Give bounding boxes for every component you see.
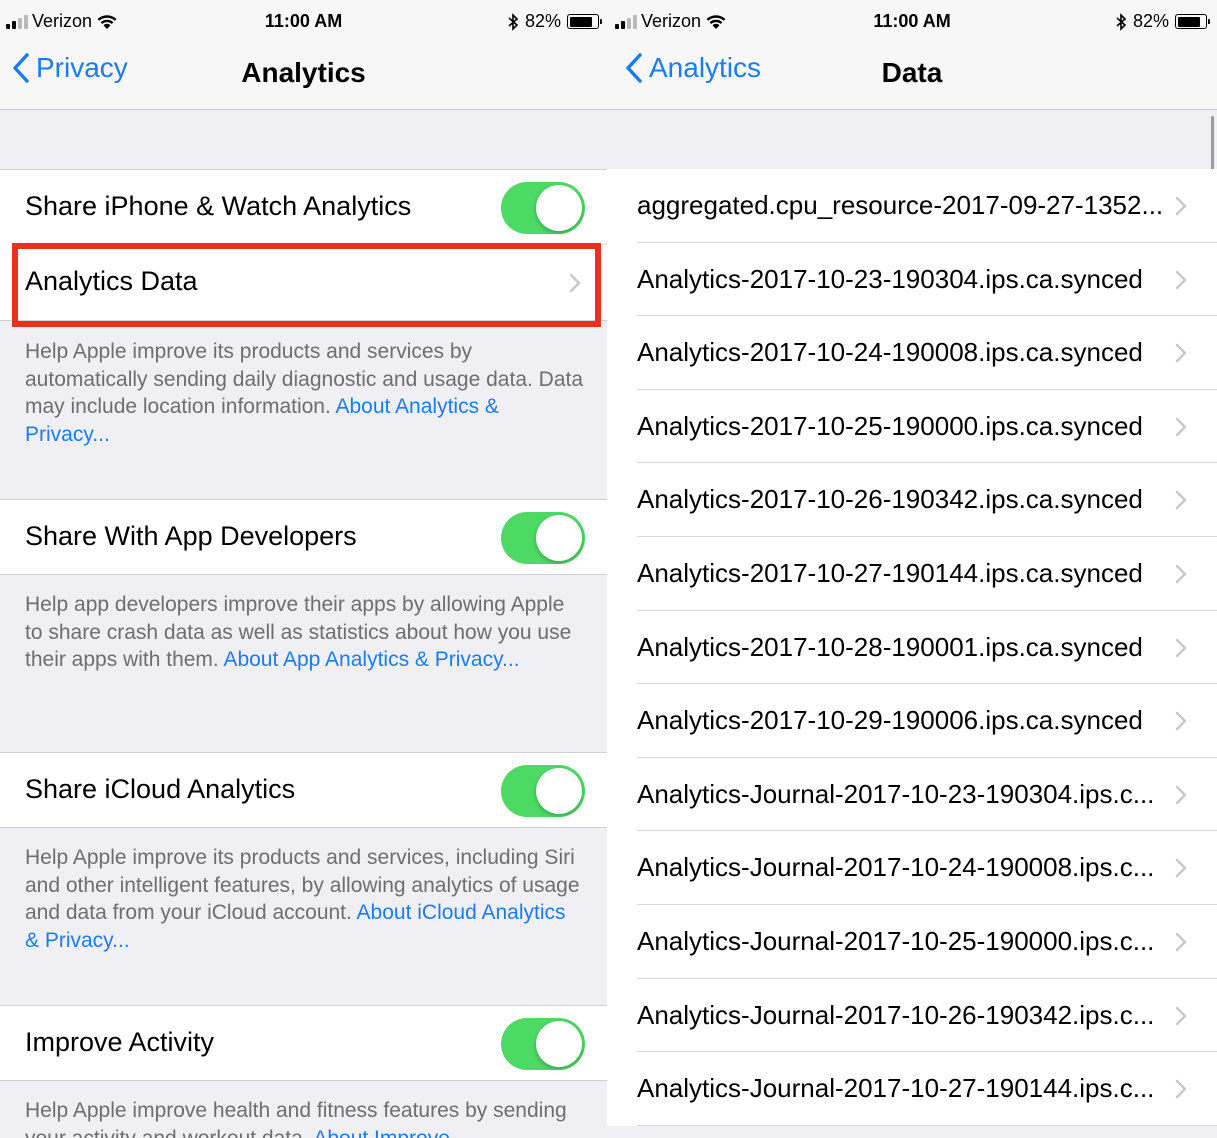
file-row[interactable]: Analytics-2017-10-26-190342.ips.ca.synce… <box>607 463 1217 537</box>
chevron-right-icon <box>1175 564 1187 584</box>
data-screen: Verizon 11:00 AM 82% Analytics Data aggr… <box>607 0 1217 1138</box>
analytics-file-list: aggregated.cpu_resource-2017-09-27-1352.… <box>607 169 1217 1126</box>
file-row[interactable]: Analytics-Journal-2017-10-27-190144.ips.… <box>607 1052 1217 1126</box>
file-row[interactable]: Analytics-2017-10-29-190006.ips.ca.synce… <box>607 684 1217 758</box>
file-name: Analytics-2017-10-26-190342.ips.ca.synce… <box>637 484 1143 515</box>
share-with-app-developers-label: Share With App Developers <box>25 521 357 551</box>
battery-icon <box>567 14 602 29</box>
navigation-bar: Analytics Data <box>607 44 1217 110</box>
file-name: Analytics-2017-10-27-190144.ips.ca.synce… <box>637 557 1143 588</box>
file-name: Analytics-Journal-2017-10-25-190000.ips.… <box>637 925 1155 956</box>
improve-activity-footer-text: Help Apple improve health and fitness fe… <box>25 1097 585 1138</box>
file-name: Analytics-2017-10-23-190304.ips.ca.synce… <box>637 263 1143 294</box>
file-name: Analytics-2017-10-28-190001.ips.ca.synce… <box>637 631 1143 662</box>
bluetooth-icon <box>508 12 519 31</box>
analytics-data-row[interactable]: Analytics Data <box>0 245 607 321</box>
chevron-right-icon <box>1175 270 1187 289</box>
file-row[interactable]: Analytics-2017-10-28-190001.ips.ca.synce… <box>607 611 1217 685</box>
battery-percent: 82% <box>1132 11 1169 31</box>
analytics-data-label: Analytics Data <box>25 266 198 296</box>
share-iphone-watch-analytics-row: Share iPhone & Watch Analytics <box>0 169 607 245</box>
battery-icon <box>1175 14 1210 29</box>
chevron-right-icon <box>1175 859 1187 878</box>
file-row[interactable]: Analytics-2017-10-27-190144.ips.ca.synce… <box>607 537 1217 611</box>
improve-activity-row: Improve Activity <box>0 1005 607 1081</box>
file-name: Analytics-2017-10-24-190008.ips.ca.synce… <box>637 337 1143 368</box>
page-title: Analytics <box>241 57 366 88</box>
about-improve-activity-link[interactable]: About Improve <box>313 1127 450 1138</box>
icloud-footer-text: Help Apple improve its products and serv… <box>25 846 580 952</box>
chevron-right-icon <box>1175 638 1187 657</box>
chevron-right-icon <box>1175 417 1187 436</box>
chevron-right-icon <box>1175 1006 1187 1025</box>
file-name: Analytics-Journal-2017-10-24-190008.ips.… <box>637 852 1155 883</box>
analytics-footer-text: Help Apple improve its products and serv… <box>25 340 584 446</box>
chevron-right-icon <box>1175 196 1187 216</box>
battery-percent: 82% <box>524 11 561 31</box>
file-row[interactable]: aggregated.cpu_resource-2017-09-27-1352.… <box>607 169 1217 243</box>
chevron-right-icon <box>1175 1079 1187 1099</box>
file-name: Analytics-2017-10-29-190006.ips.ca.synce… <box>637 705 1143 736</box>
chevron-right-icon <box>1175 711 1187 731</box>
chevron-right-icon <box>1175 491 1187 510</box>
share-icloud-analytics-label: Share iCloud Analytics <box>25 774 296 804</box>
chevron-right-icon <box>1175 932 1187 952</box>
chevron-right-icon <box>1175 785 1187 804</box>
file-row[interactable]: Analytics-Journal-2017-10-26-190342.ips.… <box>607 979 1217 1053</box>
status-bar: Verizon 11:00 AM 82% <box>607 0 1217 44</box>
app-developers-footer-text: Help app developers improve their apps b… <box>25 593 572 671</box>
share-icloud-analytics-toggle[interactable] <box>501 765 585 817</box>
file-name: Analytics-Journal-2017-10-27-190144.ips.… <box>637 1073 1155 1104</box>
bluetooth-icon <box>1116 12 1127 31</box>
page-title: Data <box>881 57 943 88</box>
share-with-app-developers-row: Share With App Developers <box>0 499 607 575</box>
chevron-right-icon <box>569 273 581 293</box>
chevron-right-icon <box>1175 343 1187 363</box>
analytics-screen: Verizon 11:00 AM 82% Privacy Analytics S… <box>0 0 607 1138</box>
file-name: Analytics-Journal-2017-10-23-190304.ips.… <box>637 778 1155 809</box>
file-row[interactable]: Analytics-2017-10-25-190000.ips.ca.synce… <box>607 390 1217 464</box>
file-name: aggregated.cpu_resource-2017-09-27-1352.… <box>637 190 1164 220</box>
file-name: Analytics-2017-10-25-190000.ips.ca.synce… <box>637 410 1143 441</box>
file-row[interactable]: Analytics-Journal-2017-10-24-190008.ips.… <box>607 831 1217 905</box>
share-icloud-analytics-row: Share iCloud Analytics <box>0 752 607 828</box>
status-bar: Verizon 11:00 AM 82% <box>0 0 607 44</box>
file-row[interactable]: Analytics-Journal-2017-10-25-190000.ips.… <box>607 905 1217 979</box>
improve-activity-toggle[interactable] <box>501 1018 585 1070</box>
share-iphone-watch-analytics-label: Share iPhone & Watch Analytics <box>25 191 412 221</box>
file-row[interactable]: Analytics-Journal-2017-10-23-190304.ips.… <box>607 758 1217 832</box>
scrollbar[interactable] <box>1211 116 1214 174</box>
about-app-analytics-privacy-link[interactable]: About App Analytics & Privacy... <box>223 648 519 671</box>
improve-activity-label: Improve Activity <box>25 1027 215 1057</box>
file-row[interactable]: Analytics-2017-10-23-190304.ips.ca.synce… <box>607 243 1217 317</box>
share-iphone-watch-analytics-toggle[interactable] <box>501 182 585 234</box>
navigation-bar: Privacy Analytics <box>0 44 607 110</box>
file-row[interactable]: Analytics-2017-10-24-190008.ips.ca.synce… <box>607 316 1217 390</box>
file-name: Analytics-Journal-2017-10-26-190342.ips.… <box>637 999 1155 1030</box>
share-with-app-developers-toggle[interactable] <box>501 512 585 564</box>
